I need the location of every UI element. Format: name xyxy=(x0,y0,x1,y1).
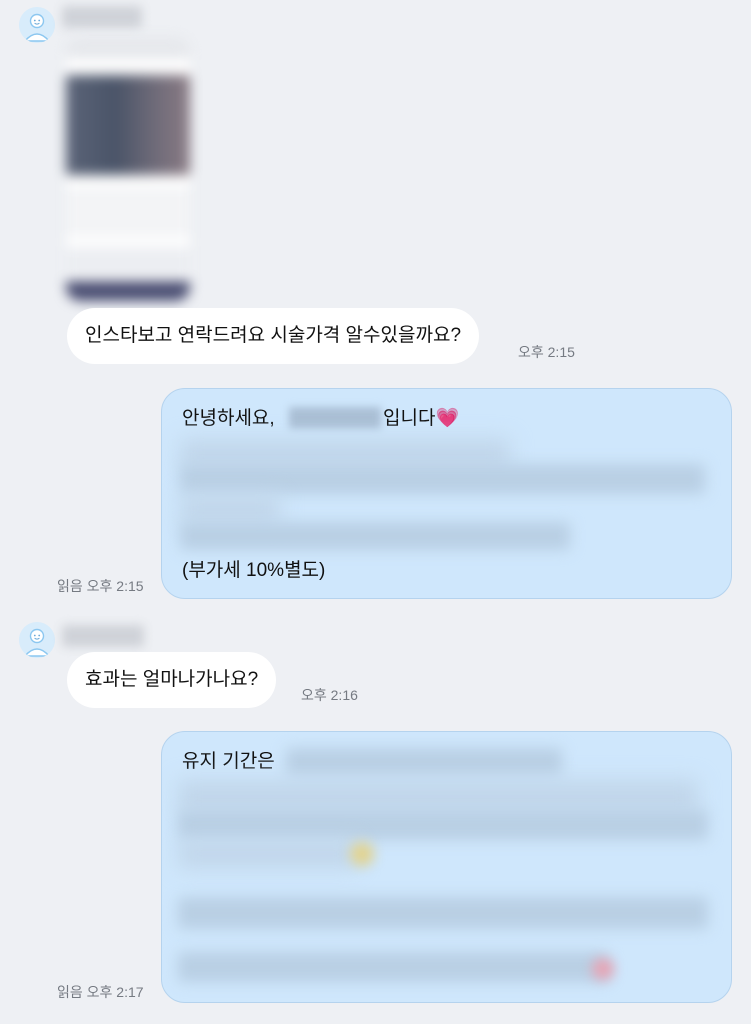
read-status: 읽음 xyxy=(57,578,83,594)
sender-name-redacted xyxy=(62,6,142,28)
redacted-business-name xyxy=(289,407,381,429)
redacted-text-block xyxy=(286,748,562,776)
redacted-text-block xyxy=(178,897,708,929)
message-bubble-outgoing[interactable]: 안녕하세요, 입니다💗 (부가세 10%별도) xyxy=(161,388,732,599)
blurred-emoji xyxy=(592,958,614,980)
greeting-suffix: 입니다 xyxy=(383,408,436,429)
sender-avatar[interactable] xyxy=(19,622,55,658)
redacted-text-block xyxy=(178,840,358,868)
redacted-text-block xyxy=(180,464,705,494)
redacted-text-block xyxy=(180,494,280,524)
message-time: 오후 2:15 xyxy=(86,578,144,594)
greeting-text: 안녕하세요, xyxy=(182,408,275,429)
redacted-text-block xyxy=(178,810,708,840)
user-avatar-icon xyxy=(19,7,55,43)
vat-note-text: (부가세 10%별도) xyxy=(182,560,326,581)
message-text: 효과는 얼마나가나요? xyxy=(85,669,259,690)
message-read-receipt: 읽음 오후 2:15 xyxy=(57,576,144,596)
message-time: 오후 2:16 xyxy=(301,687,358,703)
message-text: 유지 기간은 xyxy=(182,751,275,772)
redacted-text-block xyxy=(180,522,570,550)
sender-avatar[interactable] xyxy=(19,7,55,43)
message-text: 인스타보고 연락드려요 시술가격 알수있을까요? xyxy=(85,325,462,346)
redacted-text-block xyxy=(178,952,608,982)
sender-name-redacted xyxy=(62,625,144,647)
heart-emoji-icon: 💗 xyxy=(435,408,460,429)
message-read-receipt: 읽음 오후 2:17 xyxy=(57,982,144,1002)
image-attachment[interactable] xyxy=(66,37,190,301)
user-avatar-icon xyxy=(19,622,55,658)
redacted-text-block xyxy=(178,780,698,814)
message-bubble-incoming[interactable]: 효과는 얼마나가나요? xyxy=(67,652,277,708)
blurred-emoji xyxy=(350,842,374,866)
read-status: 읽음 xyxy=(57,984,83,1000)
message-bubble-outgoing[interactable]: 유지 기간은 xyxy=(161,731,732,1003)
message-bubble-incoming[interactable]: 인스타보고 연락드려요 시술가격 알수있을까요? xyxy=(67,308,480,364)
message-time: 오후 2:17 xyxy=(86,984,144,1000)
message-time: 오후 2:15 xyxy=(518,344,575,360)
